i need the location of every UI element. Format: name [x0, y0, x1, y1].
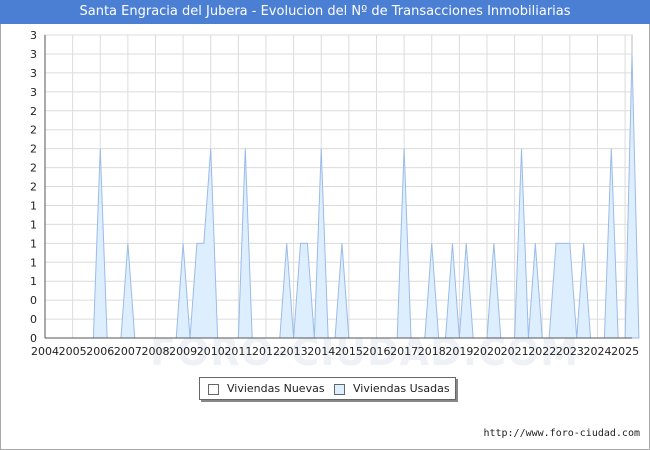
- y-tick-label: 2: [30, 143, 37, 156]
- x-tick-label: 2023: [556, 345, 584, 358]
- y-tick-label: 0: [30, 294, 37, 307]
- legend-swatch-nuevas: [208, 383, 219, 395]
- x-tick-label: 2009: [169, 345, 197, 358]
- y-tick-label: 3: [30, 67, 37, 80]
- legend-label-nuevas: Viviendas Nuevas: [227, 382, 325, 395]
- x-tick-label: 2016: [362, 345, 390, 358]
- x-tick-label: 2019: [445, 345, 473, 358]
- y-tick-label: 3: [30, 29, 37, 42]
- x-tick-label: 2020: [473, 345, 501, 358]
- x-tick-label: 2018: [418, 345, 446, 358]
- y-tick-label: 1: [30, 218, 37, 231]
- y-tick-labels: 0 0 0 1 1 1 1 1 2 2 2 2 2 3 3 3 3: [30, 29, 37, 345]
- source-url: http://www.foro-ciudad.com: [483, 428, 640, 439]
- y-tick-label: 2: [30, 181, 37, 194]
- y-tick-label: 3: [30, 48, 37, 61]
- x-tick-label: 2007: [114, 345, 142, 358]
- x-tick-label: 2015: [335, 345, 363, 358]
- y-tick-label: 3: [30, 86, 37, 99]
- legend-swatch-usadas: [334, 383, 345, 395]
- y-tick-label: 1: [30, 199, 37, 212]
- legend-item-usadas: Viviendas Usadas: [334, 382, 450, 395]
- y-tick-label: 1: [30, 256, 37, 269]
- y-tick-label: 2: [30, 162, 37, 175]
- x-tick-label: 2010: [197, 345, 225, 358]
- y-tick-label: 2: [30, 105, 37, 118]
- x-tick-label: 2014: [307, 345, 335, 358]
- x-tick-label: 2005: [59, 345, 87, 358]
- legend: Viviendas Nuevas Viviendas Usadas: [199, 377, 456, 400]
- legend-label-usadas: Viviendas Usadas: [353, 382, 450, 395]
- y-tick-label: 1: [30, 237, 37, 250]
- x-tick-label: 2024: [583, 345, 611, 358]
- x-tick-label: 2022: [528, 345, 556, 358]
- x-tick-label: 2012: [252, 345, 280, 358]
- x-tick-label: 2006: [86, 345, 114, 358]
- x-tick-labels: 2004 2005 2006 2007 2008 2009 2010 2011 2012 2013…: [31, 345, 639, 358]
- x-tick-label: 2013: [280, 345, 308, 358]
- legend-item-nuevas: Viviendas Nuevas: [208, 382, 325, 395]
- x-tick-label: 2004: [31, 345, 59, 358]
- x-tick-label: 2008: [141, 345, 169, 358]
- y-tick-label: 2: [30, 124, 37, 137]
- y-tick-label: 1: [30, 275, 37, 288]
- x-tick-label: 2021: [501, 345, 529, 358]
- y-tick-label: 0: [30, 313, 37, 326]
- x-tick-label: 2011: [224, 345, 252, 358]
- x-tick-label: 2017: [390, 345, 418, 358]
- y-tick-label: 0: [30, 332, 37, 345]
- x-tick-label: 2025: [611, 345, 639, 358]
